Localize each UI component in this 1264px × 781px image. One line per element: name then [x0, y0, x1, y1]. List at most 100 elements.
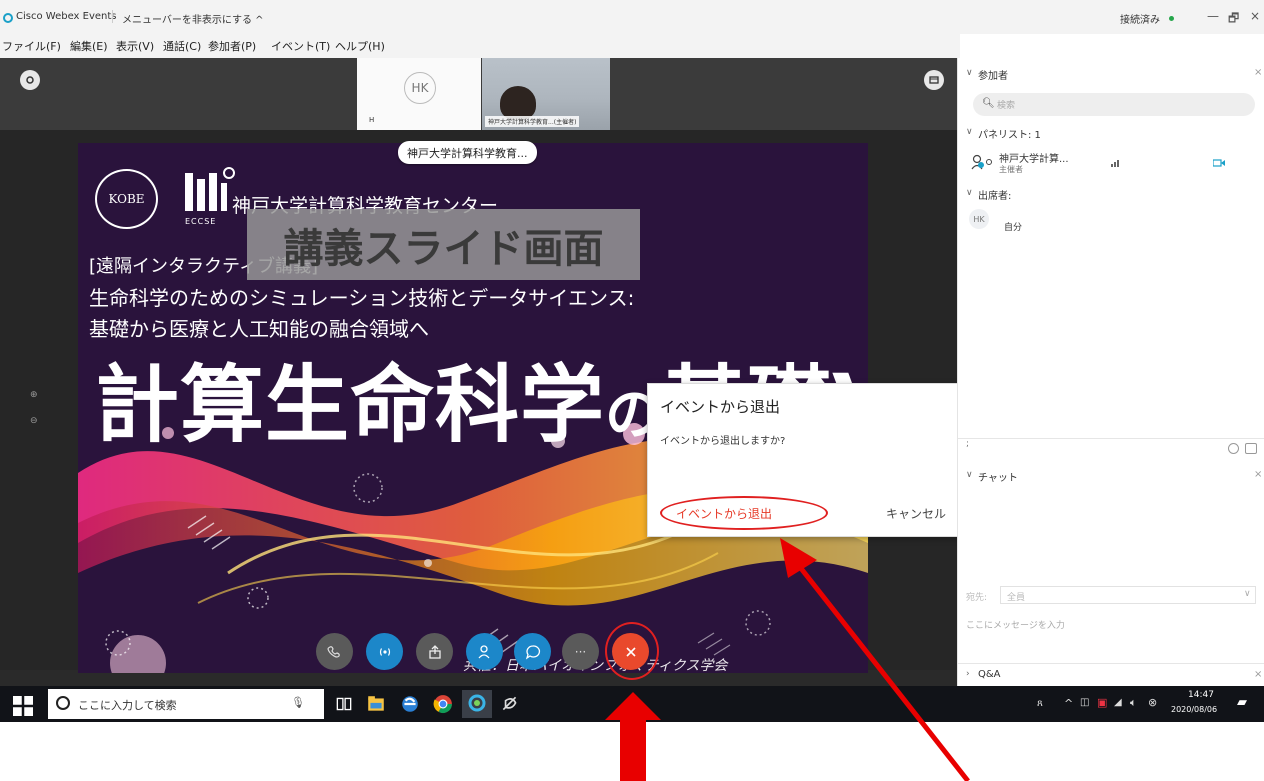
- taskbar-search-input[interactable]: ここに入力して検索 🎙︎: [48, 689, 324, 719]
- chevron-down-icon: ∨: [1244, 589, 1251, 599]
- phone-icon: [326, 645, 340, 658]
- layout-icon[interactable]: [924, 70, 944, 90]
- phone-button[interactable]: [316, 633, 353, 670]
- attendees-collapse-icon[interactable]: ∨: [966, 188, 973, 198]
- dialog-background-ghost-text: 術とデータサイエンス:: [648, 468, 875, 493]
- taskbar-time: 14:47: [1188, 690, 1214, 700]
- attendees-header: 出席者:: [978, 191, 1012, 202]
- host-role: 主催者: [999, 165, 1023, 174]
- network-icon[interactable]: ◢: [1114, 697, 1122, 708]
- restore-button[interactable]: 🗗: [1228, 9, 1239, 30]
- app-title: Cisco Webex Events: [16, 11, 117, 22]
- panel-divider: [958, 438, 1264, 439]
- panel-option-icon[interactable]: [1228, 443, 1239, 454]
- tray-icon-1[interactable]: ◫: [1080, 697, 1089, 708]
- hide-menubar-button[interactable]: メニューバーを非表示にする ^: [122, 11, 264, 26]
- chrome-browser-icon[interactable]: [433, 694, 453, 714]
- signal-strength-icon: [1111, 160, 1119, 167]
- input-method-icon[interactable]: ⊗: [1148, 696, 1157, 709]
- tray-icon-2[interactable]: ▣: [1097, 696, 1107, 709]
- panel-splitter-handle[interactable]: ;: [966, 439, 969, 449]
- participants-icon: [478, 644, 489, 658]
- title-bar: Cisco Webex Events メニューバーを非表示にする ^ 接続済み …: [0, 0, 1264, 34]
- chat-collapse-icon[interactable]: ∨: [966, 470, 973, 480]
- panelists-collapse-icon[interactable]: ∨: [966, 127, 973, 137]
- chat-icon: [525, 644, 540, 660]
- cancel-button[interactable]: キャンセル: [886, 505, 946, 522]
- leave-button-highlight: [605, 622, 659, 680]
- dialog-message: イベントから退出しますか?: [660, 436, 786, 447]
- task-view-icon[interactable]: [334, 694, 354, 714]
- menu-participants[interactable]: 参加者(P): [208, 38, 256, 54]
- share-button[interactable]: [416, 633, 453, 670]
- webex-taskbar-active[interactable]: [462, 690, 492, 718]
- menu-edit[interactable]: 編集(E): [70, 38, 108, 54]
- attendee-avatar-small: HK: [969, 209, 989, 229]
- chat-header: チャット: [978, 473, 1018, 484]
- host-video-icon[interactable]: [1213, 159, 1225, 167]
- dialog-title: イベントから退出: [660, 398, 781, 416]
- participant-search-input[interactable]: 🔍︎ 検索: [973, 93, 1255, 116]
- chat-to-label: 宛先:: [966, 593, 988, 603]
- leave-event-button-highlight: [660, 496, 828, 530]
- share-icon: [428, 644, 441, 659]
- zoom-out-icon[interactable]: ⊖: [30, 416, 38, 426]
- host-video-person: [500, 86, 536, 120]
- taskbar-date: 2020/08/06: [1171, 705, 1218, 714]
- edge-browser-icon[interactable]: [400, 694, 420, 714]
- volume-icon[interactable]: 🔈︎: [1130, 696, 1137, 710]
- notification-icon[interactable]: ▰: [1237, 695, 1247, 710]
- host-video-label: 神戸大学計算科学教育...(主催者): [485, 116, 580, 127]
- webex-window: Cisco Webex Events メニューバーを非表示にする ^ 接続済み …: [0, 0, 1264, 781]
- participants-panel: ∨ 参加者 × 🔍︎ 検索 ∨ パネリスト: 1 神戸大学計算... 主催者 ∨…: [957, 58, 1264, 686]
- menu-bar: ファイル(F) 編集(E) 表示(V) 通話(C) 参加者(P) イベント(T)…: [0, 34, 960, 58]
- host-video-tile[interactable]: 神戸大学計算科学教育...(主催者): [482, 58, 610, 130]
- attendee-video-tile[interactable]: HK H: [357, 58, 481, 130]
- qa-close-button[interactable]: ×: [1254, 669, 1262, 680]
- webex-logo-icon: [3, 13, 13, 23]
- settings-icon[interactable]: [20, 70, 40, 90]
- participants-button[interactable]: [466, 633, 503, 670]
- audio-button[interactable]: [366, 633, 403, 670]
- host-person-icon: [971, 154, 992, 170]
- participants-collapse-icon[interactable]: ∨: [966, 68, 973, 78]
- cortana-icon: [56, 696, 70, 710]
- lecture-slide-annotation: 講義スライド画面: [247, 209, 640, 280]
- chat-close-button[interactable]: ×: [1254, 469, 1262, 480]
- people-icon[interactable]: ጸ: [1037, 698, 1043, 709]
- connection-dot-icon: [1169, 16, 1174, 21]
- app-icon[interactable]: [500, 694, 520, 714]
- panel-divider-qa: [958, 663, 1264, 664]
- zoom-in-icon[interactable]: ⊕: [30, 390, 38, 400]
- windows-icon[interactable]: [13, 696, 33, 716]
- window-close-button[interactable]: ×: [1250, 9, 1260, 23]
- slide-line-2: 生命科学のためのシミュレーション技術とデータサイエンス:: [89, 286, 635, 310]
- file-explorer-icon[interactable]: [366, 694, 386, 714]
- eccse-mark-icon: [185, 167, 235, 211]
- windows-taskbar: ここに入力して検索 🎙︎ ጸ ^ ◫ ▣ ◢ 🔈︎ ⊗ 14:47 2020/0…: [0, 686, 1264, 722]
- more-button[interactable]: ···: [562, 633, 599, 670]
- chat-message-input[interactable]: ここにメッセージを入力: [966, 618, 1065, 631]
- title-separator: [112, 10, 113, 23]
- host-name: 神戸大学計算...: [999, 154, 1069, 165]
- attendee-tile-name: H: [369, 116, 375, 124]
- minimize-button[interactable]: —: [1207, 9, 1219, 23]
- menu-file[interactable]: ファイル(F): [2, 38, 61, 54]
- connection-status: 接続済み: [1120, 15, 1160, 26]
- participants-close-button[interactable]: ×: [1254, 67, 1262, 78]
- microphone-icon[interactable]: 🎙︎: [291, 696, 305, 709]
- chevron-up-icon[interactable]: ^: [1064, 697, 1073, 710]
- slide-main-title-a: 計算生命科学: [95, 356, 606, 454]
- qa-expand-icon[interactable]: ›: [966, 669, 970, 679]
- taskbar-search-placeholder: ここに入力して検索: [78, 699, 177, 712]
- chat-button[interactable]: [514, 633, 551, 670]
- panelists-header: パネリスト: 1: [978, 130, 1041, 141]
- menu-view[interactable]: 表示(V): [116, 38, 154, 54]
- qa-header: Q&A: [978, 669, 1001, 680]
- panel-popout-icon[interactable]: [1245, 443, 1257, 454]
- attendee-name: 自分: [1004, 223, 1023, 233]
- menu-call[interactable]: 通話(C): [163, 38, 201, 54]
- menu-help[interactable]: ヘルプ(H): [335, 38, 385, 54]
- menu-event[interactable]: イベント(T): [271, 38, 330, 54]
- chat-recipient-select[interactable]: 全員 ∨: [1000, 586, 1256, 604]
